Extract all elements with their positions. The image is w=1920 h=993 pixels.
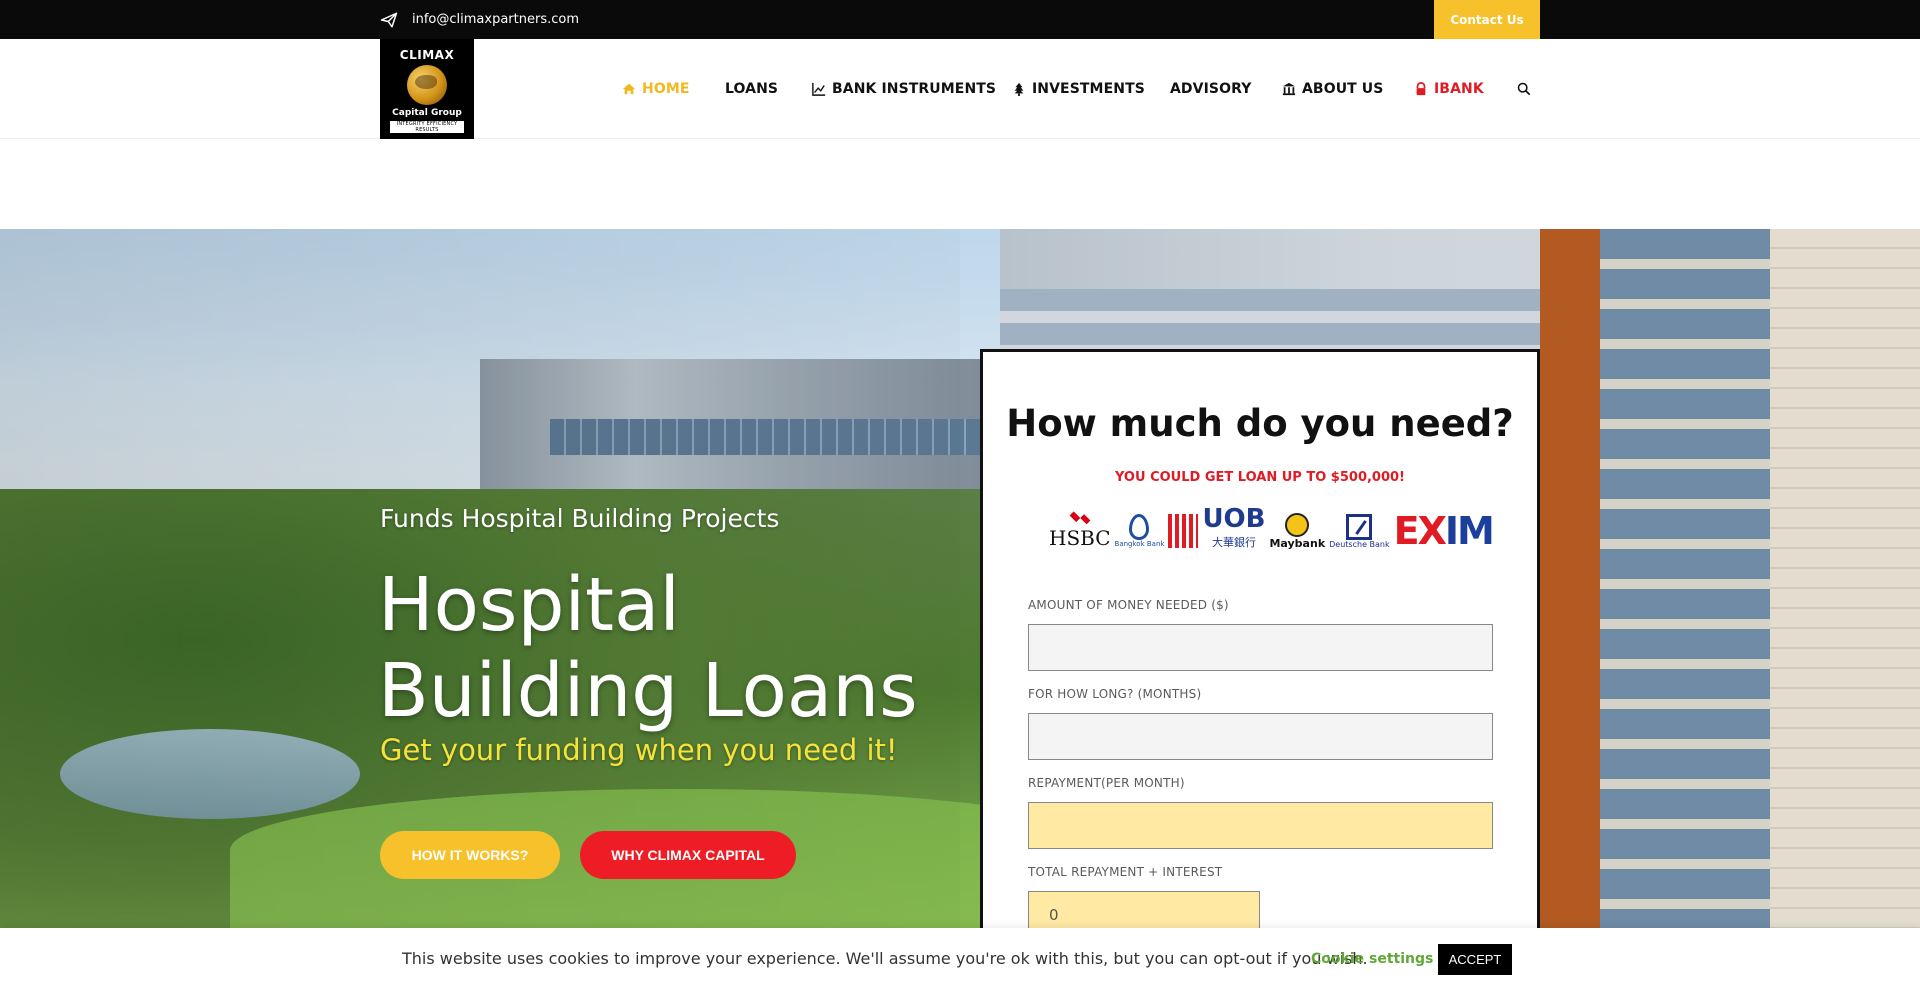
nav-home-label: HOME bbox=[642, 81, 690, 97]
maybank-logo: Maybank bbox=[1269, 512, 1326, 550]
duration-input[interactable] bbox=[1028, 713, 1493, 760]
repayment-output bbox=[1028, 802, 1493, 849]
building-tower-accent bbox=[1540, 229, 1600, 993]
building-stone bbox=[1770, 229, 1920, 993]
hero-title: Hospital Building Loans bbox=[378, 562, 918, 734]
uob-logo-text-group: UOB 大華銀行 bbox=[1202, 504, 1266, 555]
uob-logo-text: UOB bbox=[1202, 504, 1266, 534]
repayment-label: REPAYMENT(PER MONTH) bbox=[1028, 776, 1185, 790]
deutsche-bank-icon bbox=[1346, 513, 1373, 540]
loan-promo-text: YOU COULD GET LOAN UP TO $500,000! bbox=[1114, 470, 1405, 485]
cookie-message: This website uses cookies to improve you… bbox=[402, 949, 1368, 968]
nav-about-us[interactable]: ABOUT US bbox=[1282, 39, 1383, 139]
nav-bank-instruments[interactable]: BANK INSTRUMENTS bbox=[812, 39, 996, 139]
bangkok-bank-text: Bangkok Bank bbox=[1114, 540, 1165, 548]
bank-icon bbox=[1282, 82, 1296, 96]
deutsche-bank-logo: Deutsche Bank bbox=[1329, 513, 1390, 549]
search-icon bbox=[1517, 82, 1531, 96]
nav-home[interactable]: HOME bbox=[622, 39, 690, 139]
building-tower-windows bbox=[1600, 229, 1770, 993]
hsbc-logo-text: HSBC bbox=[1049, 526, 1111, 550]
logo-line1: CLIMAX bbox=[399, 48, 455, 62]
uob-logo-chinese: 大華銀行 bbox=[1211, 536, 1256, 549]
uob-logo: UOB 大華銀行 bbox=[1168, 504, 1266, 555]
nav-bank-instruments-label: BANK INSTRUMENTS bbox=[832, 81, 997, 97]
tree-icon bbox=[1014, 82, 1024, 96]
lock-icon bbox=[1416, 82, 1426, 96]
nav-loans[interactable]: LOANS bbox=[725, 39, 778, 139]
total-repayment-label: TOTAL REPAYMENT + INTEREST bbox=[1028, 865, 1223, 879]
cookie-accept-button[interactable]: ACCEPT bbox=[1438, 944, 1512, 975]
search-button[interactable] bbox=[1517, 39, 1531, 139]
hero-tagline: Get your funding when you need it! bbox=[380, 733, 898, 767]
duration-label: FOR HOW LONG? (MONTHS) bbox=[1028, 687, 1202, 701]
uob-logo-row: UOB 大華銀行 bbox=[1168, 504, 1266, 555]
calculator-heading: How much do you need? bbox=[1006, 402, 1514, 445]
nav-ibank-label: IBANK bbox=[1434, 81, 1484, 97]
site-header: CLIMAX Capital Group INTEGRITY EFFICIENC… bbox=[0, 39, 1920, 139]
exim-logo: EX IM bbox=[1393, 509, 1495, 553]
hsbc-logo: HSBC bbox=[1049, 512, 1111, 550]
nav-advisory-label: ADVISORY bbox=[1170, 81, 1252, 97]
how-it-works-button[interactable]: HOW IT WORKS? bbox=[380, 831, 560, 879]
exim-logo-ex: EX bbox=[1393, 509, 1447, 553]
uob-icon bbox=[1168, 514, 1199, 548]
hero-subtitle: Funds Hospital Building Projects bbox=[380, 504, 780, 533]
nav-investments[interactable]: INVESTMENTS bbox=[1012, 39, 1145, 139]
nav-advisory[interactable]: ADVISORY bbox=[1170, 39, 1251, 139]
why-climax-capital-button[interactable]: WHY CLIMAX CAPITAL bbox=[580, 831, 796, 879]
bangkok-bank-icon bbox=[1129, 514, 1150, 540]
logo-tagline: INTEGRITY EFFICIENCY RESULTS bbox=[390, 121, 464, 133]
maybank-tiger-icon bbox=[1285, 512, 1310, 537]
partner-banks-logos: HSBC Bangkok Bank UOB 大華銀行 Maybank Deuts… bbox=[1049, 504, 1495, 555]
amount-label: AMOUNT OF MONEY NEEDED ($) bbox=[1028, 598, 1229, 612]
logo-line2: Capital Group bbox=[392, 108, 462, 118]
email-text[interactable]: info@climaxpartners.com bbox=[412, 12, 579, 27]
top-bar: info@climaxpartners.com Contact Us bbox=[0, 0, 1920, 39]
maybank-text: Maybank bbox=[1269, 536, 1326, 550]
globe-icon bbox=[407, 65, 447, 105]
deutsche-bank-text: Deutsche Bank bbox=[1329, 539, 1390, 549]
cookie-settings-link[interactable]: Cookie settings bbox=[1311, 951, 1433, 967]
nav-investments-label: INVESTMENTS bbox=[1032, 81, 1145, 97]
exim-logo-im: IM bbox=[1444, 509, 1495, 553]
home-icon bbox=[622, 83, 636, 95]
nav-ibank[interactable]: IBANK bbox=[1414, 39, 1484, 139]
nav-about-us-label: ABOUT US bbox=[1302, 81, 1384, 97]
amount-input[interactable] bbox=[1028, 624, 1493, 671]
topbar-email[interactable]: info@climaxpartners.com bbox=[380, 0, 579, 39]
loan-calculator-card: How much do you need? YOU COULD GET LOAN… bbox=[980, 349, 1540, 969]
nav-loans-label: LOANS bbox=[725, 81, 779, 97]
chart-icon bbox=[812, 82, 826, 96]
hero-banner bbox=[0, 229, 1920, 993]
bangkok-bank-logo: Bangkok Bank bbox=[1114, 514, 1165, 548]
contact-us-button[interactable]: Contact Us bbox=[1434, 0, 1540, 39]
cookie-consent-bar: This website uses cookies to improve you… bbox=[0, 928, 1920, 993]
paper-plane-icon bbox=[380, 12, 398, 27]
logo[interactable]: CLIMAX Capital Group INTEGRITY EFFICIENC… bbox=[380, 39, 474, 139]
